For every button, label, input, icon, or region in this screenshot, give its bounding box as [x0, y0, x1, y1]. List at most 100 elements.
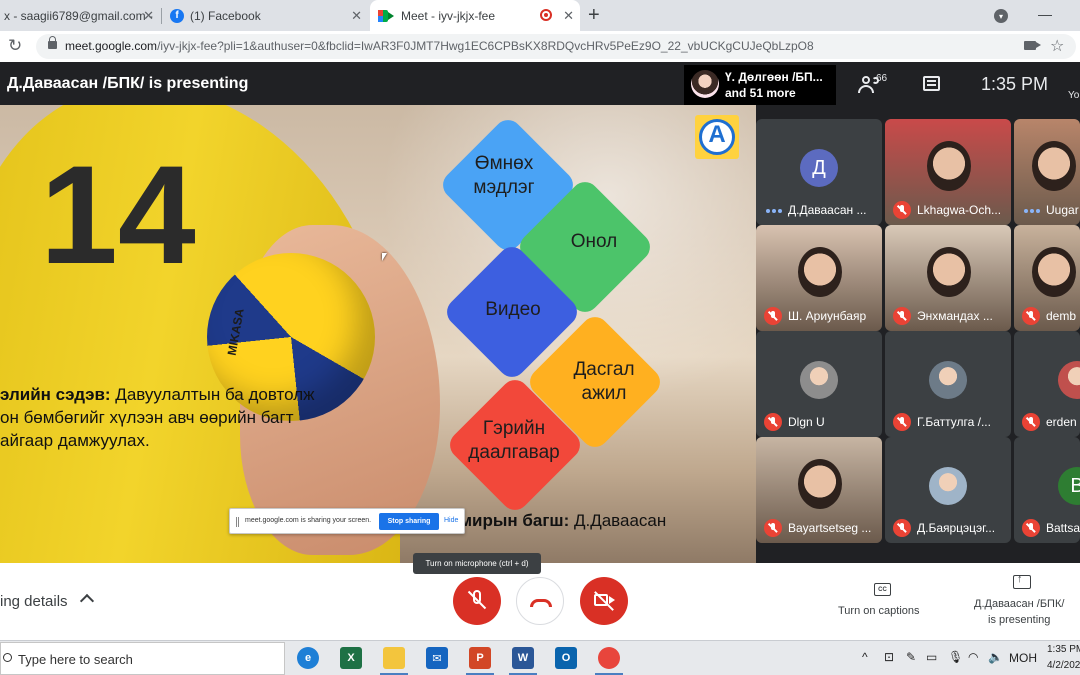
volume-icon[interactable]: 🔈	[988, 650, 1003, 664]
captions-icon[interactable]: CC	[874, 583, 891, 596]
tab-gmail-close-icon[interactable]: ✕	[143, 8, 154, 24]
minimize-icon[interactable]: —	[1038, 6, 1052, 22]
teacher-name: Д.Даваасан	[569, 511, 667, 530]
avatar	[800, 361, 838, 399]
battery-icon[interactable]: ▭	[926, 650, 937, 664]
drag-handle-icon[interactable]	[236, 517, 239, 527]
hide-sharing-bar-link[interactable]: Hide	[444, 517, 458, 524]
reload-icon[interactable]: ↻	[8, 36, 22, 56]
avatar	[1058, 361, 1080, 399]
participant-tile[interactable]: Г.Баттулга /...	[885, 331, 1011, 437]
powerpoint-icon[interactable]: P	[469, 647, 491, 669]
avatar	[929, 467, 967, 505]
wifi-icon[interactable]: ◠	[968, 650, 978, 664]
presenting-title: Д.Даваасан /БПК/ is presenting	[7, 75, 249, 92]
puzzle-label-exercise: Дасгал ажил	[573, 359, 635, 404]
puzzle-label-prior-knowledge: Өмнөх мэдлэг	[473, 153, 535, 198]
presenting-status-line2[interactable]: is presenting	[988, 614, 1050, 626]
presentation-slide: 14 MIKASA A Өмнөх мэдлэг Онол Видео Дасга…	[0, 105, 756, 563]
tab-search-icon[interactable]: ▾	[994, 9, 1008, 23]
participant-tile[interactable]: Д Д.Даваасан ...	[756, 119, 882, 225]
participant-tile[interactable]: B Battsa	[1014, 437, 1080, 543]
sharing-notice: meet.google.com is sharing your screen.	[245, 517, 372, 524]
word-icon[interactable]: W	[512, 647, 534, 669]
pen-tray-icon[interactable]: ✎	[906, 650, 916, 664]
lesson-topic-line2: он бөмбөгийг хүлээн авч өөрийн багт	[0, 408, 294, 427]
tab-facebook[interactable]: f (1) Facebook ✕	[162, 0, 368, 31]
tab-gmail[interactable]: x - saagii6789@gmail.com - ✕	[0, 0, 160, 31]
puzzle-label-video: Видео	[485, 299, 541, 320]
muted-microphone-icon	[893, 413, 911, 431]
meeting-details-button[interactable]: ing details	[0, 593, 68, 610]
captions-button-label[interactable]: Turn on captions	[838, 605, 920, 617]
participant-face	[798, 459, 842, 509]
participant-tile[interactable]: demb	[1014, 225, 1080, 331]
meeting-clock: 1:35 PM	[981, 74, 1049, 94]
microphone-tooltip: Turn on microphone (ctrl + d)	[413, 553, 541, 574]
tab-meet-close-icon[interactable]: ✕	[563, 8, 574, 24]
participant-name: Dlgn U	[788, 415, 825, 429]
chrome-icon[interactable]	[598, 647, 620, 669]
screen-sharing-bar: meet.google.com is sharing your screen. …	[229, 508, 465, 534]
participant-tile[interactable]: Lkhagwa-Och...	[885, 119, 1011, 225]
meet-tray-icon[interactable]: ⊡	[884, 650, 894, 664]
participant-tile[interactable]: Dlgn U	[756, 331, 882, 437]
excel-icon[interactable]: X	[340, 647, 362, 669]
hang-up-icon	[530, 599, 552, 607]
taskbar-search-box[interactable]: Type here to search	[0, 642, 285, 675]
tab-meet[interactable]: Meet - iyv-jkjx-fee ✕	[370, 0, 580, 31]
lock-icon[interactable]	[48, 36, 57, 49]
present-now-icon[interactable]	[1013, 573, 1031, 589]
participant-face	[927, 141, 971, 191]
edge-icon[interactable]: e	[297, 647, 319, 669]
participant-tile[interactable]: erden	[1014, 331, 1080, 437]
muted-microphone-icon	[1022, 519, 1040, 537]
microphone-tray-icon[interactable]: 🎙	[948, 650, 963, 664]
participant-name: Battsa	[1046, 521, 1080, 535]
participant-tile[interactable]: Д.Баярцэцэг...	[885, 437, 1011, 543]
chevron-up-icon[interactable]	[79, 593, 95, 609]
bookmark-star-icon[interactable]: ☆	[1050, 36, 1064, 56]
stop-sharing-button[interactable]: Stop sharing	[379, 513, 439, 530]
file-explorer-icon[interactable]	[383, 647, 405, 669]
participant-name: Ш. Ариунбаяр	[788, 309, 867, 323]
camera-toggle-button[interactable]	[580, 577, 628, 625]
meeting-controls-bar: ing details CC Turn on captions Д.Даваас…	[0, 563, 1080, 640]
participant-name: Lkhagwa-Och...	[917, 203, 1002, 217]
participant-name: Д.Баярцэцэг...	[917, 521, 996, 535]
teacher-label: амирын багш:	[450, 511, 570, 530]
puzzle-label-homework: Гэрийн даалгавар	[468, 418, 560, 463]
tray-chevron-icon[interactable]: ^	[862, 650, 868, 664]
participant-face	[798, 247, 842, 297]
omnibox[interactable]: meet.google.com/iyv-jkjx-fee?pli=1&authu…	[36, 34, 1076, 59]
tab-facebook-label: (1) Facebook	[190, 8, 261, 23]
participant-name: Д.Даваасан ...	[788, 203, 867, 217]
microphone-toggle-button[interactable]	[453, 577, 501, 625]
taskbar-date[interactable]: 4/2/202	[1047, 660, 1080, 671]
camera-in-use-icon[interactable]	[1024, 41, 1041, 50]
tab-meet-label: Meet - iyv-jkjx-fee	[401, 8, 496, 23]
participant-tile[interactable]: Bayartsetseg ...	[756, 437, 882, 543]
browser-tab-strip: x - saagii6789@gmail.com - ✕ f (1) Faceb…	[0, 0, 1080, 31]
participant-tile[interactable]: Uugar	[1014, 119, 1080, 225]
leave-call-button[interactable]	[516, 577, 564, 625]
mail-icon[interactable]: ✉	[426, 647, 448, 669]
presenting-status-line1[interactable]: Д.Даваасан /БПК/	[974, 598, 1064, 610]
outlook-icon[interactable]: O	[555, 647, 577, 669]
taskbar-time[interactable]: 1:35 PM	[1047, 644, 1080, 655]
lesson-topic-line1: Давуулалтын ба довтолж	[110, 385, 315, 404]
input-language[interactable]: МОН	[1009, 651, 1037, 665]
puzzle-label-theory: Онол	[570, 231, 618, 252]
avatar: B	[1058, 467, 1080, 505]
participant-name: Bayartsetseg ...	[788, 521, 872, 535]
active-speaker-chip[interactable]: Ү. Дөлгөөн /БП... and 51 more	[684, 65, 836, 105]
participant-tile[interactable]: Энхмандах ...	[885, 225, 1011, 331]
tab-facebook-close-icon[interactable]: ✕	[351, 8, 362, 24]
participant-tile[interactable]: Ш. Ариунбаяр	[756, 225, 882, 331]
search-icon	[3, 653, 12, 662]
new-tab-button[interactable]: +	[588, 4, 600, 27]
speaking-indicator-icon	[766, 209, 782, 213]
url-text[interactable]: meet.google.com/iyv-jkjx-fee?pli=1&authu…	[65, 39, 814, 53]
chat-icon[interactable]	[923, 76, 940, 91]
recording-icon	[540, 9, 552, 21]
